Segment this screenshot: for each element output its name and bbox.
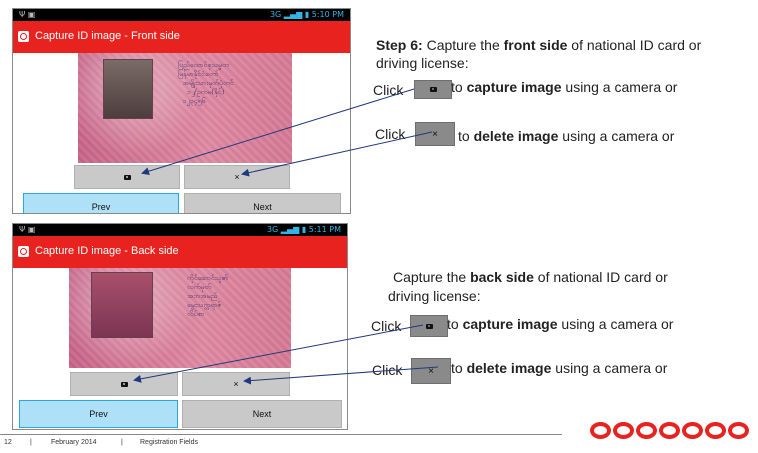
footer-sep-1: | [30,439,32,446]
arrow-camera-back [133,324,424,383]
footer-divider [0,434,562,435]
arrow-delete-back [243,366,439,385]
ooredoo-logo: ooredoo [590,422,749,439]
footer-sep-2: | [121,439,123,446]
footer-section: Registration Fields [140,439,198,446]
footer-date: February 2014 [51,439,97,446]
callout-arrows [133,88,439,385]
footer-page: 12 [4,439,12,446]
arrow-delete-front [241,131,433,177]
arrow-camera-front [141,88,415,176]
